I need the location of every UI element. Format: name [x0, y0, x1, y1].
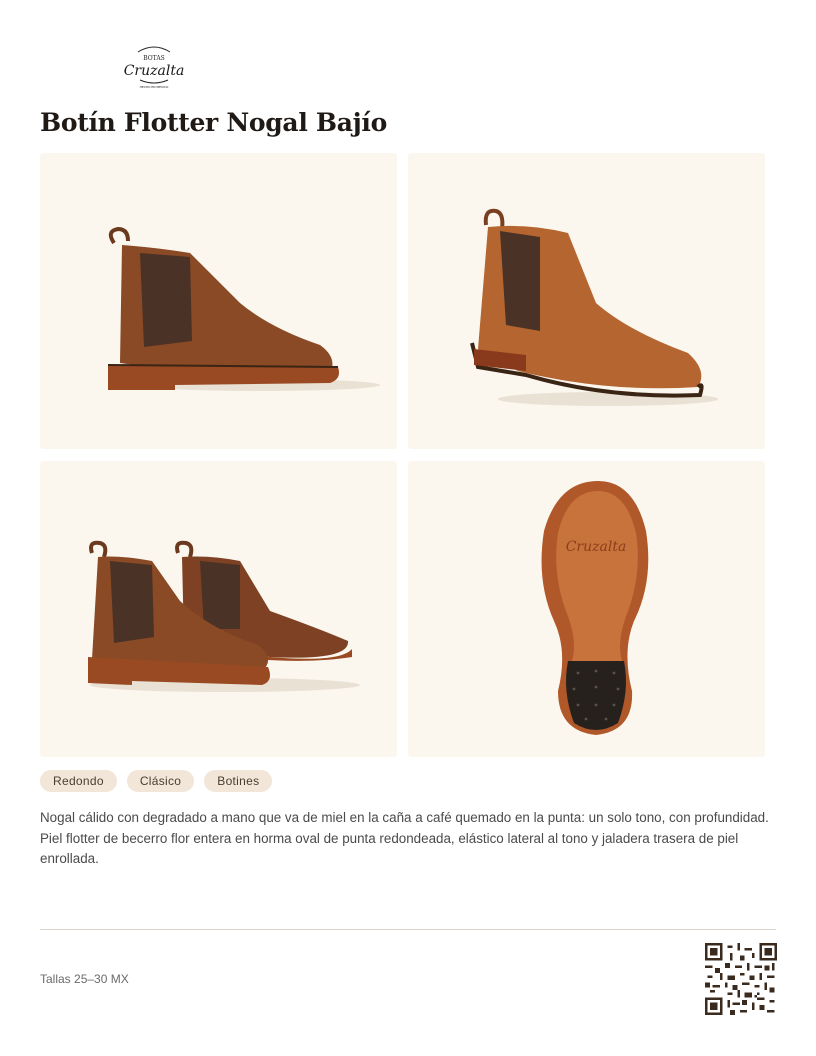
boot-side-view-icon	[107, 226, 380, 391]
product-description: Nogal cálido con degradado a mano que va…	[40, 810, 769, 866]
tag-clasico[interactable]: Clásico	[126, 770, 195, 792]
boot-side-view-image[interactable]	[40, 153, 397, 449]
qr-code-icon[interactable]	[705, 943, 777, 1015]
tag-redondo[interactable]: Redondo	[40, 770, 117, 792]
divider	[40, 929, 776, 930]
boot-angled-view-icon	[470, 208, 718, 406]
boot-pair-view-icon	[88, 540, 360, 692]
logo-bottom-text: HECHO EN MÉXICO	[140, 84, 169, 89]
boot-angled-view-image[interactable]	[408, 153, 765, 449]
size-range: Tallas 25–30 MX	[40, 972, 129, 986]
sole-logo-text: Cruzalta	[566, 539, 627, 555]
boot-pair-view-image[interactable]	[40, 461, 397, 757]
boot-sole-view-image[interactable]: Cruzalta	[408, 461, 765, 757]
style-tags: Redondo Clásico Botines	[40, 770, 273, 792]
logo-top-text: BOTAS	[143, 55, 165, 62]
boot-sole-view-icon: Cruzalta	[541, 481, 649, 735]
product-title: Botín Flotter Nogal Bajío	[40, 108, 387, 137]
image-gallery: Cruzalta	[40, 153, 765, 757]
brand-logo: BOTAS Cruzalta HECHO EN MÉXICO	[118, 44, 190, 94]
tag-botines[interactable]: Botines	[204, 770, 273, 792]
logo-main-text: Cruzalta	[124, 63, 185, 79]
